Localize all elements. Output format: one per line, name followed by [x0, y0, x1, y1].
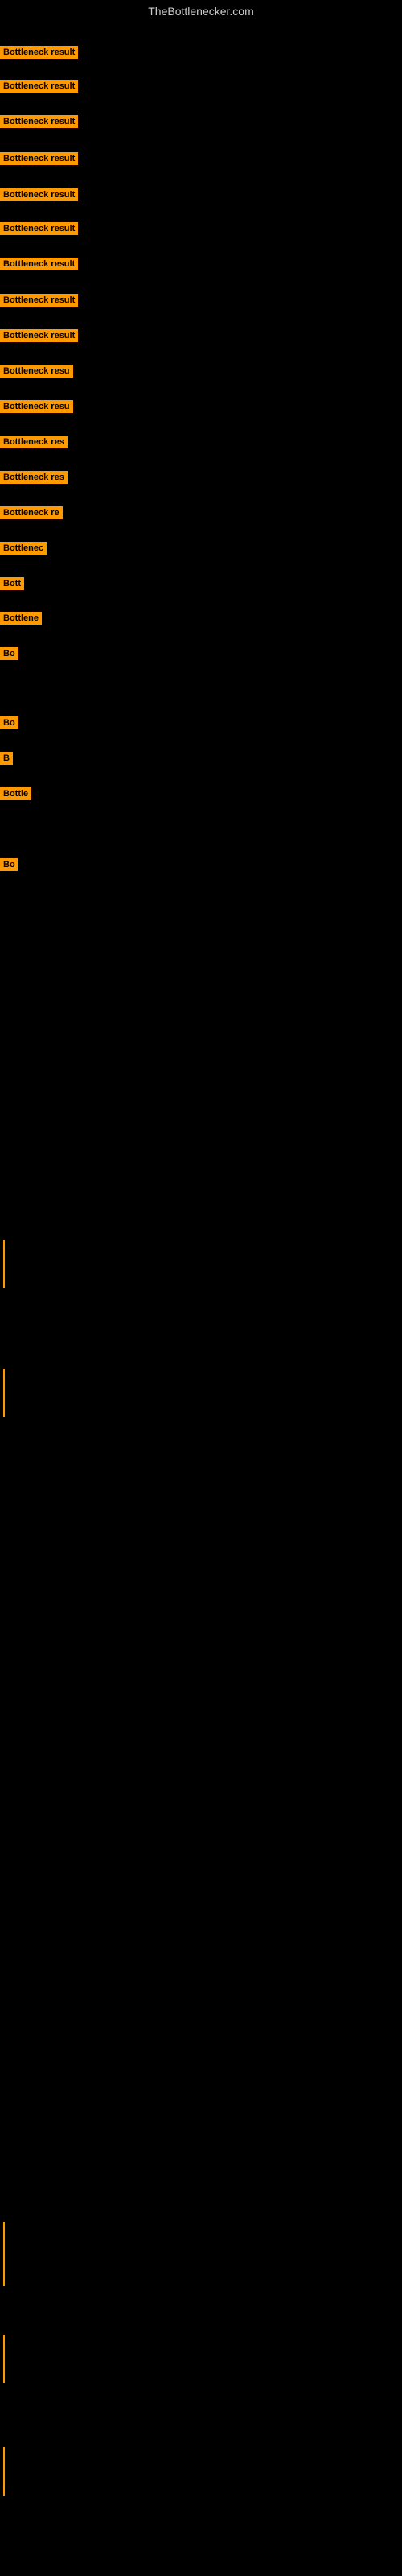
bottleneck-label: Bottleneck result [0, 329, 78, 342]
bottleneck-result-item: Bottleneck res [0, 436, 68, 452]
bottleneck-result-item: Bottleneck res [0, 471, 68, 488]
bottleneck-result-item: Bottleneck re [0, 506, 63, 523]
vertical-bar [3, 2334, 5, 2383]
bottleneck-label: Bottleneck result [0, 80, 78, 93]
bottleneck-label: Bottleneck result [0, 115, 78, 128]
vertical-bar [3, 2222, 5, 2286]
bottleneck-label: B [0, 752, 13, 765]
bottleneck-label: Bo [0, 647, 18, 660]
bottleneck-result-item: Bottleneck result [0, 115, 78, 132]
bottleneck-label: Bottleneck re [0, 506, 63, 519]
bottleneck-label: Bottlenec [0, 542, 47, 555]
bottleneck-label: Bottleneck result [0, 258, 78, 270]
bottleneck-result-item: Bott [0, 577, 24, 594]
bottleneck-label: Bo [0, 716, 18, 729]
bottleneck-result-item: Bo [0, 647, 18, 664]
bottleneck-result-item: Bottlene [0, 612, 42, 629]
bottleneck-result-item: Bo [0, 716, 18, 733]
site-title: TheBottlenecker.com [0, 0, 402, 23]
vertical-bar [3, 1368, 5, 1417]
bottleneck-label: Bo [0, 858, 18, 871]
bottleneck-label: Bottleneck res [0, 436, 68, 448]
bottleneck-result-item: Bottleneck result [0, 258, 78, 275]
bottleneck-label: Bottleneck result [0, 222, 78, 235]
bottleneck-label: Bottleneck result [0, 46, 78, 59]
bottleneck-result-item: Bottleneck result [0, 222, 78, 239]
bottleneck-result-item: Bottle [0, 787, 31, 804]
bottleneck-label: Bottle [0, 787, 31, 800]
bottleneck-result-item: Bottleneck result [0, 46, 78, 63]
bottleneck-result-item: Bottlenec [0, 542, 47, 559]
bottleneck-label: Bottleneck resu [0, 400, 73, 413]
vertical-bar [3, 1240, 5, 1288]
bottleneck-label: Bottleneck result [0, 294, 78, 307]
bottleneck-label: Bottlene [0, 612, 42, 625]
bottleneck-label: Bottleneck result [0, 152, 78, 165]
bottleneck-result-item: Bottleneck result [0, 80, 78, 97]
bottleneck-label: Bott [0, 577, 24, 590]
bottleneck-result-item: Bo [0, 858, 18, 875]
bottleneck-result-item: Bottleneck resu [0, 365, 73, 382]
bottleneck-result-item: B [0, 752, 13, 769]
bottleneck-result-item: Bottleneck result [0, 294, 78, 311]
bottleneck-label: Bottleneck res [0, 471, 68, 484]
vertical-bar [3, 2447, 5, 2496]
bottleneck-label: Bottleneck result [0, 188, 78, 201]
bottleneck-result-item: Bottleneck result [0, 152, 78, 169]
bottleneck-result-item: Bottleneck result [0, 188, 78, 205]
bottleneck-label: Bottleneck resu [0, 365, 73, 378]
bottleneck-result-item: Bottleneck result [0, 329, 78, 346]
bottleneck-result-item: Bottleneck resu [0, 400, 73, 417]
